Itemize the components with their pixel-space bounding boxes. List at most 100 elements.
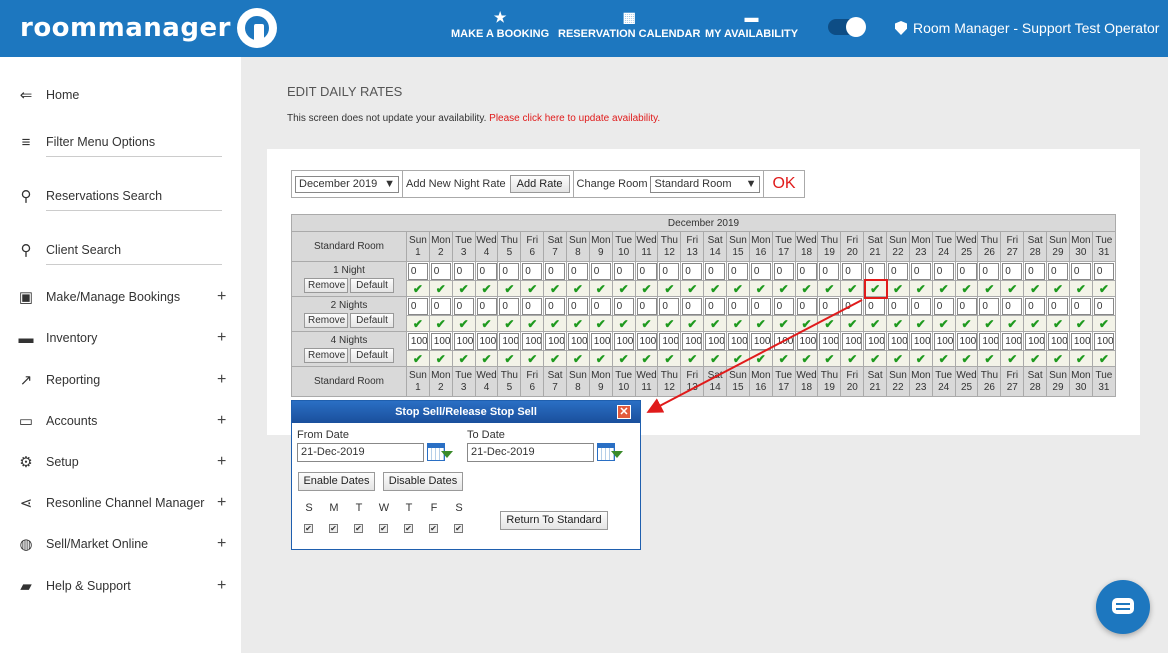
rate-input[interactable]: 0 bbox=[956, 262, 977, 280]
to-calendar-icon[interactable] bbox=[597, 443, 623, 463]
sidebar-item-reporting[interactable]: ↗ Reporting + bbox=[0, 360, 241, 400]
rate-input[interactable]: 0 bbox=[499, 297, 520, 315]
rate-input[interactable]: 100 bbox=[613, 332, 634, 350]
rate-input[interactable]: 0 bbox=[636, 297, 657, 315]
check-icon[interactable]: ✔ bbox=[824, 352, 834, 366]
check-icon[interactable]: ✔ bbox=[687, 282, 697, 296]
check-icon[interactable]: ✔ bbox=[733, 282, 743, 296]
rate-input[interactable]: 0 bbox=[1025, 297, 1046, 315]
rate-input[interactable]: 0 bbox=[865, 262, 886, 280]
check-icon[interactable]: ✔ bbox=[916, 282, 926, 296]
check-icon[interactable]: ✔ bbox=[459, 352, 469, 366]
check-icon[interactable]: ✔ bbox=[664, 282, 674, 296]
rate-input[interactable]: 0 bbox=[590, 297, 611, 315]
rate-input[interactable]: 0 bbox=[979, 262, 1000, 280]
room-select[interactable]: Standard Room ▼ bbox=[650, 175, 761, 193]
rate-input[interactable]: 100 bbox=[567, 332, 588, 350]
expand-icon[interactable]: + bbox=[217, 494, 226, 512]
rate-input[interactable]: 0 bbox=[727, 262, 748, 280]
check-icon[interactable]: ✔ bbox=[619, 317, 629, 331]
rate-input[interactable]: 0 bbox=[590, 262, 611, 280]
rate-input[interactable]: 100 bbox=[1070, 332, 1091, 350]
check-icon[interactable]: ✔ bbox=[847, 352, 857, 366]
check-icon[interactable]: ✔ bbox=[504, 317, 514, 331]
expand-icon[interactable]: + bbox=[217, 535, 226, 553]
weekday-checkbox[interactable]: ✔ bbox=[454, 524, 463, 533]
check-icon[interactable]: ✔ bbox=[870, 317, 880, 331]
check-icon[interactable]: ✔ bbox=[413, 317, 423, 331]
rate-input[interactable]: 100 bbox=[1093, 332, 1114, 350]
rate-input[interactable]: 0 bbox=[407, 262, 428, 280]
rate-input[interactable]: 0 bbox=[1047, 262, 1068, 280]
check-icon[interactable]: ✔ bbox=[939, 282, 949, 296]
rate-input[interactable]: 0 bbox=[545, 297, 566, 315]
rate-input[interactable]: 0 bbox=[727, 297, 748, 315]
check-icon[interactable]: ✔ bbox=[962, 317, 972, 331]
check-icon[interactable]: ✔ bbox=[1030, 282, 1040, 296]
check-icon[interactable]: ✔ bbox=[550, 317, 560, 331]
rate-input[interactable]: 100 bbox=[499, 332, 520, 350]
disable-dates-button[interactable]: Disable Dates bbox=[383, 472, 463, 491]
check-icon[interactable]: ✔ bbox=[962, 282, 972, 296]
check-icon[interactable]: ✔ bbox=[1099, 352, 1109, 366]
sidebar-item-inventory[interactable]: ▬ Inventory + bbox=[0, 318, 241, 358]
rate-input[interactable]: 0 bbox=[750, 297, 771, 315]
check-icon[interactable]: ✔ bbox=[436, 317, 446, 331]
expand-icon[interactable]: + bbox=[217, 288, 226, 306]
check-icon[interactable]: ✔ bbox=[573, 317, 583, 331]
check-icon[interactable]: ✔ bbox=[1053, 352, 1063, 366]
check-icon[interactable]: ✔ bbox=[1053, 317, 1063, 331]
rate-input[interactable]: 0 bbox=[613, 297, 634, 315]
from-date-input[interactable]: 21-Dec-2019 bbox=[297, 443, 424, 462]
check-icon[interactable]: ✔ bbox=[481, 282, 491, 296]
close-icon[interactable]: ✕ bbox=[617, 405, 631, 419]
weekday-checkbox[interactable]: ✔ bbox=[404, 524, 413, 533]
rate-input[interactable]: 100 bbox=[636, 332, 657, 350]
check-icon[interactable]: ✔ bbox=[550, 282, 560, 296]
rate-input[interactable]: 0 bbox=[453, 262, 474, 280]
rate-input[interactable]: 0 bbox=[430, 262, 451, 280]
rate-input[interactable]: 100 bbox=[1047, 332, 1068, 350]
rate-input[interactable]: 0 bbox=[476, 297, 497, 315]
enable-dates-button[interactable]: Enable Dates bbox=[298, 472, 375, 491]
check-icon[interactable]: ✔ bbox=[459, 282, 469, 296]
rate-input[interactable]: 0 bbox=[865, 297, 886, 315]
check-icon[interactable]: ✔ bbox=[756, 317, 766, 331]
check-icon[interactable]: ✔ bbox=[1007, 317, 1017, 331]
sidebar-item-setup[interactable]: ⚙ Setup + bbox=[0, 442, 241, 482]
mode-toggle[interactable] bbox=[828, 17, 866, 37]
rate-input[interactable]: 0 bbox=[1093, 297, 1114, 315]
remove-button[interactable]: Remove bbox=[304, 278, 348, 293]
check-icon[interactable]: ✔ bbox=[504, 282, 514, 296]
check-icon[interactable]: ✔ bbox=[824, 317, 834, 331]
rate-input[interactable]: 0 bbox=[659, 262, 680, 280]
check-icon[interactable]: ✔ bbox=[824, 282, 834, 296]
sidebar-item-make-manage-bookings[interactable]: ▣ Make/Manage Bookings + bbox=[0, 277, 241, 317]
rate-input[interactable]: 0 bbox=[1093, 262, 1114, 280]
sidebar-item-accounts[interactable]: ▭ Accounts + bbox=[0, 401, 241, 441]
check-icon[interactable]: ✔ bbox=[893, 317, 903, 331]
rate-input[interactable]: 100 bbox=[865, 332, 886, 350]
nav-make-a-booking[interactable]: ★ MAKE A BOOKING bbox=[451, 8, 549, 40]
expand-icon[interactable]: + bbox=[217, 329, 226, 347]
rate-input[interactable]: 0 bbox=[499, 262, 520, 280]
rate-input[interactable]: 100 bbox=[796, 332, 817, 350]
rate-input[interactable]: 100 bbox=[1002, 332, 1023, 350]
check-icon[interactable]: ✔ bbox=[1053, 282, 1063, 296]
check-icon[interactable]: ✔ bbox=[436, 282, 446, 296]
check-icon[interactable]: ✔ bbox=[984, 317, 994, 331]
operator-menu[interactable]: Room Manager - Support Test Operator bbox=[895, 20, 1159, 36]
rate-input[interactable]: 0 bbox=[613, 262, 634, 280]
check-icon[interactable]: ✔ bbox=[756, 352, 766, 366]
rate-input[interactable]: 0 bbox=[910, 297, 931, 315]
rate-input[interactable]: 0 bbox=[407, 297, 428, 315]
check-icon[interactable]: ✔ bbox=[527, 282, 537, 296]
rate-input[interactable]: 0 bbox=[1047, 297, 1068, 315]
default-button[interactable]: Default bbox=[350, 278, 394, 293]
rate-input[interactable]: 0 bbox=[1025, 262, 1046, 280]
expand-icon[interactable]: + bbox=[217, 453, 226, 471]
check-icon[interactable]: ✔ bbox=[527, 352, 537, 366]
rate-input[interactable]: 100 bbox=[933, 332, 954, 350]
check-icon[interactable]: ✔ bbox=[939, 352, 949, 366]
rate-input[interactable]: 100 bbox=[545, 332, 566, 350]
